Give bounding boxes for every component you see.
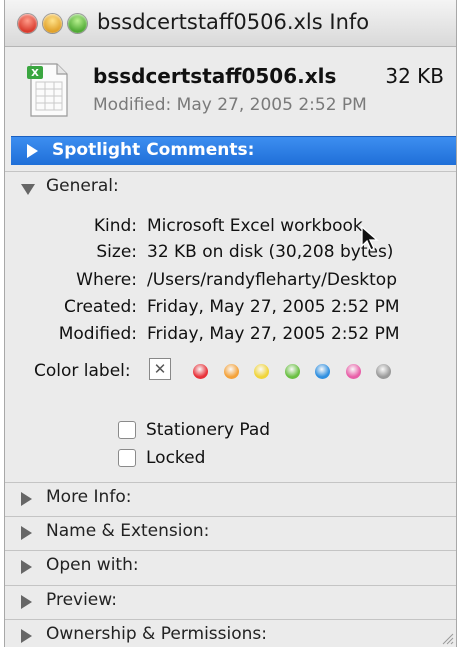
section-name-extension[interactable]: Name & Extension: (5, 516, 456, 549)
section-label: Name & Extension: (46, 521, 210, 541)
disclosure-triangle-icon[interactable] (27, 144, 38, 158)
disclosure-triangle-icon[interactable] (21, 595, 32, 609)
section-ownership-permissions[interactable]: Ownership & Permissions: (5, 619, 456, 647)
where-label: Where: (76, 270, 137, 290)
created-label: Created: (63, 297, 137, 317)
section-label: More Info: (46, 487, 132, 507)
stationery-pad-label[interactable]: Stationery Pad (146, 420, 270, 440)
disclosure-triangle-icon[interactable] (21, 560, 32, 574)
color-label-dot[interactable] (223, 364, 239, 379)
created-value: Friday, May 27, 2005 2:52 PM (147, 297, 400, 317)
excel-document-icon: X (27, 63, 68, 117)
color-label-dot[interactable] (284, 364, 300, 379)
modified-label: Modified: (58, 324, 137, 344)
section-more-info[interactable]: More Info: (5, 482, 456, 515)
kind-value: Microsoft Excel workbook (147, 216, 363, 236)
resize-grip-icon[interactable] (440, 631, 454, 645)
section-label: General: (46, 176, 119, 196)
where-value: /Users/randyfleharty/Desktop (147, 270, 398, 290)
disclosure-triangle-icon[interactable] (21, 184, 35, 195)
section-general[interactable]: General: (5, 171, 456, 204)
disclosure-triangle-icon[interactable] (21, 526, 32, 540)
title-bar[interactable]: bssdcertstaff0506.xls Info (5, 0, 456, 47)
section-label: Spotlight Comments: (52, 140, 255, 160)
color-none-button[interactable]: ✕ (149, 358, 171, 380)
zoom-button[interactable] (68, 14, 87, 33)
section-label: Ownership & Permissions: (46, 624, 267, 644)
modified-value: Friday, May 27, 2005 2:52 PM (147, 324, 400, 344)
section-label: Preview: (46, 590, 117, 610)
svg-text:X: X (31, 68, 39, 79)
window-title: bssdcertstaff0506.xls Info (97, 10, 370, 34)
kind-label: Kind: (93, 216, 137, 236)
color-label-dot[interactable] (254, 364, 269, 379)
stationery-pad-checkbox[interactable] (118, 421, 136, 439)
color-label-heading: Color label: (34, 361, 131, 381)
close-button[interactable] (18, 14, 37, 33)
section-label: Open with: (46, 555, 139, 575)
color-label-dot[interactable] (345, 364, 361, 379)
section-spotlight-comments[interactable]: Spotlight Comments: (11, 136, 456, 165)
file-name: bssdcertstaff0506.xls (93, 64, 337, 88)
color-label-dot[interactable] (193, 364, 208, 379)
color-label-dot[interactable] (315, 364, 330, 379)
size-value: 32 KB on disk (30,208 bytes) (147, 242, 394, 262)
minimize-button[interactable] (43, 14, 62, 33)
disclosure-triangle-icon[interactable] (21, 492, 32, 506)
locked-checkbox[interactable] (118, 449, 136, 467)
color-label-dot[interactable] (376, 364, 391, 379)
size-label: Size: (96, 242, 137, 262)
section-preview[interactable]: Preview: (5, 585, 456, 618)
mouse-pointer-icon (361, 226, 379, 251)
info-window: bssdcertstaff0506.xls Info X bssdcertsta… (4, 0, 457, 647)
locked-label[interactable]: Locked (146, 448, 205, 468)
file-modified: Modified: May 27, 2005 2:52 PM (93, 95, 367, 115)
file-size: 32 KB (385, 64, 444, 88)
section-open-with[interactable]: Open with: (5, 550, 456, 583)
disclosure-triangle-icon[interactable] (21, 629, 32, 643)
